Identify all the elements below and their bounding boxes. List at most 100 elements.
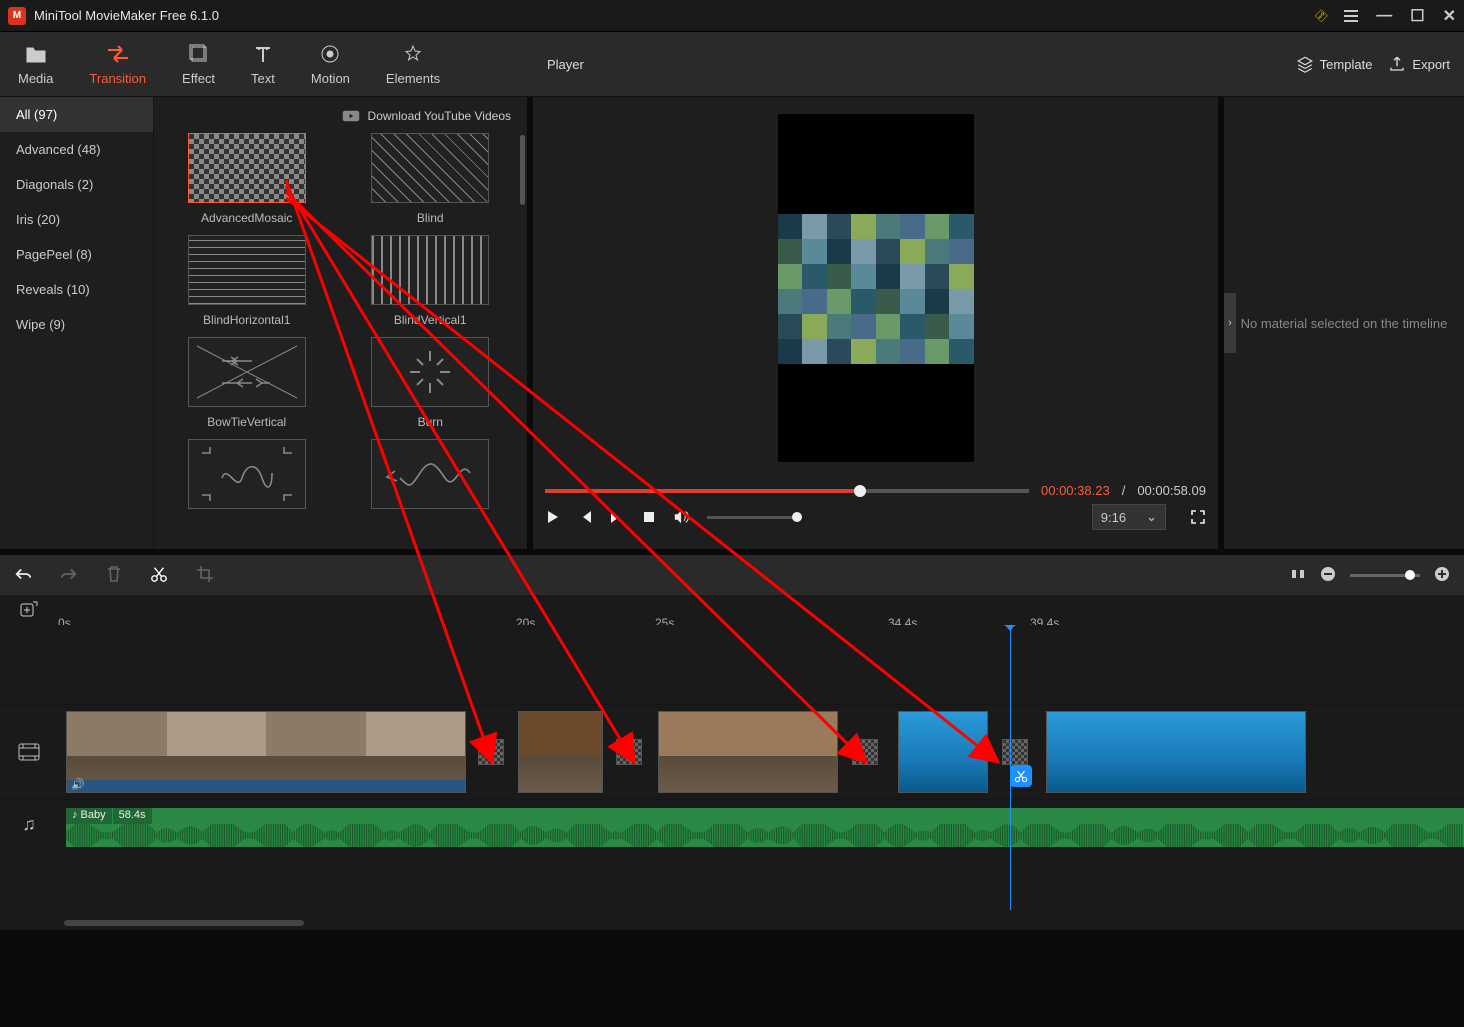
fit-timeline-button[interactable] (1290, 566, 1306, 585)
player-label: Player (547, 57, 584, 72)
video-track[interactable]: 🔊 (0, 705, 1464, 800)
thumb-label: BlindHorizontal1 (203, 313, 290, 327)
sidebar-item-1[interactable]: Advanced (48) (0, 132, 153, 167)
transition-thumb-7[interactable] (350, 439, 512, 517)
volume-slider[interactable] (707, 516, 797, 519)
zoom-out-button[interactable] (1320, 566, 1336, 585)
preview-frame (778, 114, 974, 462)
minimize-button[interactable]: — (1376, 7, 1392, 25)
transition-thumb-4[interactable]: BowTieVertical (166, 337, 328, 429)
export-button[interactable]: Export (1388, 55, 1450, 73)
audio-clip-tag: 58.4s (113, 808, 153, 824)
transition-thumb-5[interactable]: Burn (350, 337, 512, 429)
tab-text[interactable]: Text (233, 32, 293, 96)
export-label: Export (1412, 57, 1450, 72)
transition-thumb-6[interactable] (166, 439, 328, 517)
video-clip-1[interactable] (518, 711, 603, 793)
thumb-label: AdvancedMosaic (201, 211, 292, 225)
transition-slot-2[interactable] (852, 739, 878, 765)
download-youtube-link[interactable]: Download YouTube Videos (368, 109, 511, 123)
sidebar-item-4[interactable]: PagePeel (8) (0, 237, 153, 272)
video-clip-4[interactable] (1046, 711, 1306, 793)
player-panel: 00:00:38.23 / 00:00:58.09 9:16 ⌄ (533, 97, 1218, 549)
video-clip-2[interactable] (658, 711, 838, 793)
aspect-value: 9:16 (1101, 510, 1126, 525)
redo-button[interactable] (60, 566, 78, 585)
timeline-ruler-row: 0s20s25s34.4s39.4s (0, 595, 1464, 625)
main-tabs: MediaTransition Effect Text Motion Elements (0, 32, 527, 96)
audio-track[interactable]: ♫ ♪ Baby58.4s (0, 800, 1464, 850)
preview-area (533, 97, 1218, 479)
fullscreen-button[interactable] (1190, 509, 1206, 525)
timeline-scrollbar[interactable] (64, 920, 304, 926)
timeline-toolbar (0, 555, 1464, 595)
maximize-button[interactable]: ☐ (1410, 6, 1424, 26)
sidebar-item-3[interactable]: Iris (20) (0, 202, 153, 237)
close-button[interactable]: ✕ (1443, 6, 1456, 26)
transition-thumb-0[interactable]: AdvancedMosaic (166, 133, 328, 225)
tab-label: Elements (386, 71, 440, 86)
split-button[interactable] (150, 565, 168, 586)
split-indicator[interactable] (1010, 765, 1032, 787)
transitions-scrollbar[interactable] (520, 135, 525, 205)
tab-media[interactable]: Media (0, 32, 71, 96)
properties-panel: › No material selected on the timeline (1224, 97, 1464, 549)
no-selection-message: No material selected on the timeline (1241, 316, 1448, 331)
transition-icon (106, 43, 130, 65)
zoom-in-button[interactable] (1434, 566, 1450, 585)
current-time: 00:00:38.23 (1041, 483, 1110, 498)
progress-bar[interactable] (545, 489, 1029, 493)
sidebar-item-0[interactable]: All (97) (0, 97, 153, 132)
collapse-panel-button[interactable]: › (1224, 293, 1236, 353)
crop-button[interactable] (196, 565, 214, 586)
transition-thumb-3[interactable]: BlindVertical1 (350, 235, 512, 327)
sidebar-item-2[interactable]: Diagonals (2) (0, 167, 153, 202)
delete-button[interactable] (106, 565, 122, 586)
tab-transition[interactable]: Transition (71, 32, 164, 96)
export-icon (1388, 55, 1406, 73)
aspect-ratio-select[interactable]: 9:16 ⌄ (1092, 504, 1166, 530)
play-button[interactable] (545, 509, 561, 525)
prev-frame-button[interactable] (577, 509, 593, 525)
elements-icon (403, 43, 423, 65)
transition-slot-0[interactable] (478, 739, 504, 765)
undo-button[interactable] (14, 566, 32, 585)
tab-elements[interactable]: Elements (368, 32, 458, 96)
tab-label: Effect (182, 71, 215, 86)
video-clip-0[interactable]: 🔊 (66, 711, 466, 793)
sidebar-item-5[interactable]: Reveals (10) (0, 272, 153, 307)
duration-time: 00:00:58.09 (1137, 483, 1206, 498)
transition-thumb-1[interactable]: Blind (350, 133, 512, 225)
tab-label: Motion (311, 71, 350, 86)
clip-speaker-icon: 🔊 (71, 778, 85, 791)
thumb-label: BowTieVertical (207, 415, 286, 429)
stop-button[interactable] (641, 509, 657, 525)
app-logo: M (8, 7, 26, 25)
overlay-track[interactable] (0, 625, 1464, 705)
add-track-button[interactable] (0, 601, 58, 619)
timeline: 🔊 ♫ ♪ Baby58.4s (0, 625, 1464, 930)
next-frame-button[interactable] (609, 509, 625, 525)
layers-icon (1296, 55, 1314, 73)
tab-label: Text (251, 71, 275, 86)
playhead[interactable] (1010, 625, 1011, 910)
transition-slot-1[interactable] (616, 739, 642, 765)
titlebar: M MiniTool MovieMaker Free 6.1.0 ⚿ — ☐ ✕ (0, 0, 1464, 32)
motion-icon (320, 43, 340, 65)
sidebar-item-6[interactable]: Wipe (9) (0, 307, 153, 342)
thumb-label: Blind (417, 211, 444, 225)
tab-motion[interactable]: Motion (293, 32, 368, 96)
transition-slot-3[interactable] (1002, 739, 1028, 765)
audio-clip-tag: ♪ Baby (66, 808, 113, 824)
transition-thumb-2[interactable]: BlindHorizontal1 (166, 235, 328, 327)
zoom-slider[interactable] (1350, 574, 1420, 577)
thumb-label: BlindVertical1 (394, 313, 467, 327)
media-icon (25, 43, 47, 65)
menu-icon[interactable] (1344, 10, 1358, 22)
video-clip-3[interactable] (898, 711, 988, 793)
transition-category-sidebar: All (97)Advanced (48)Diagonals (2)Iris (… (0, 97, 154, 549)
volume-button[interactable] (673, 509, 691, 525)
audio-clip[interactable]: ♪ Baby58.4s (66, 808, 1464, 847)
tab-effect[interactable]: Effect (164, 32, 233, 96)
template-button[interactable]: Template (1296, 55, 1373, 73)
